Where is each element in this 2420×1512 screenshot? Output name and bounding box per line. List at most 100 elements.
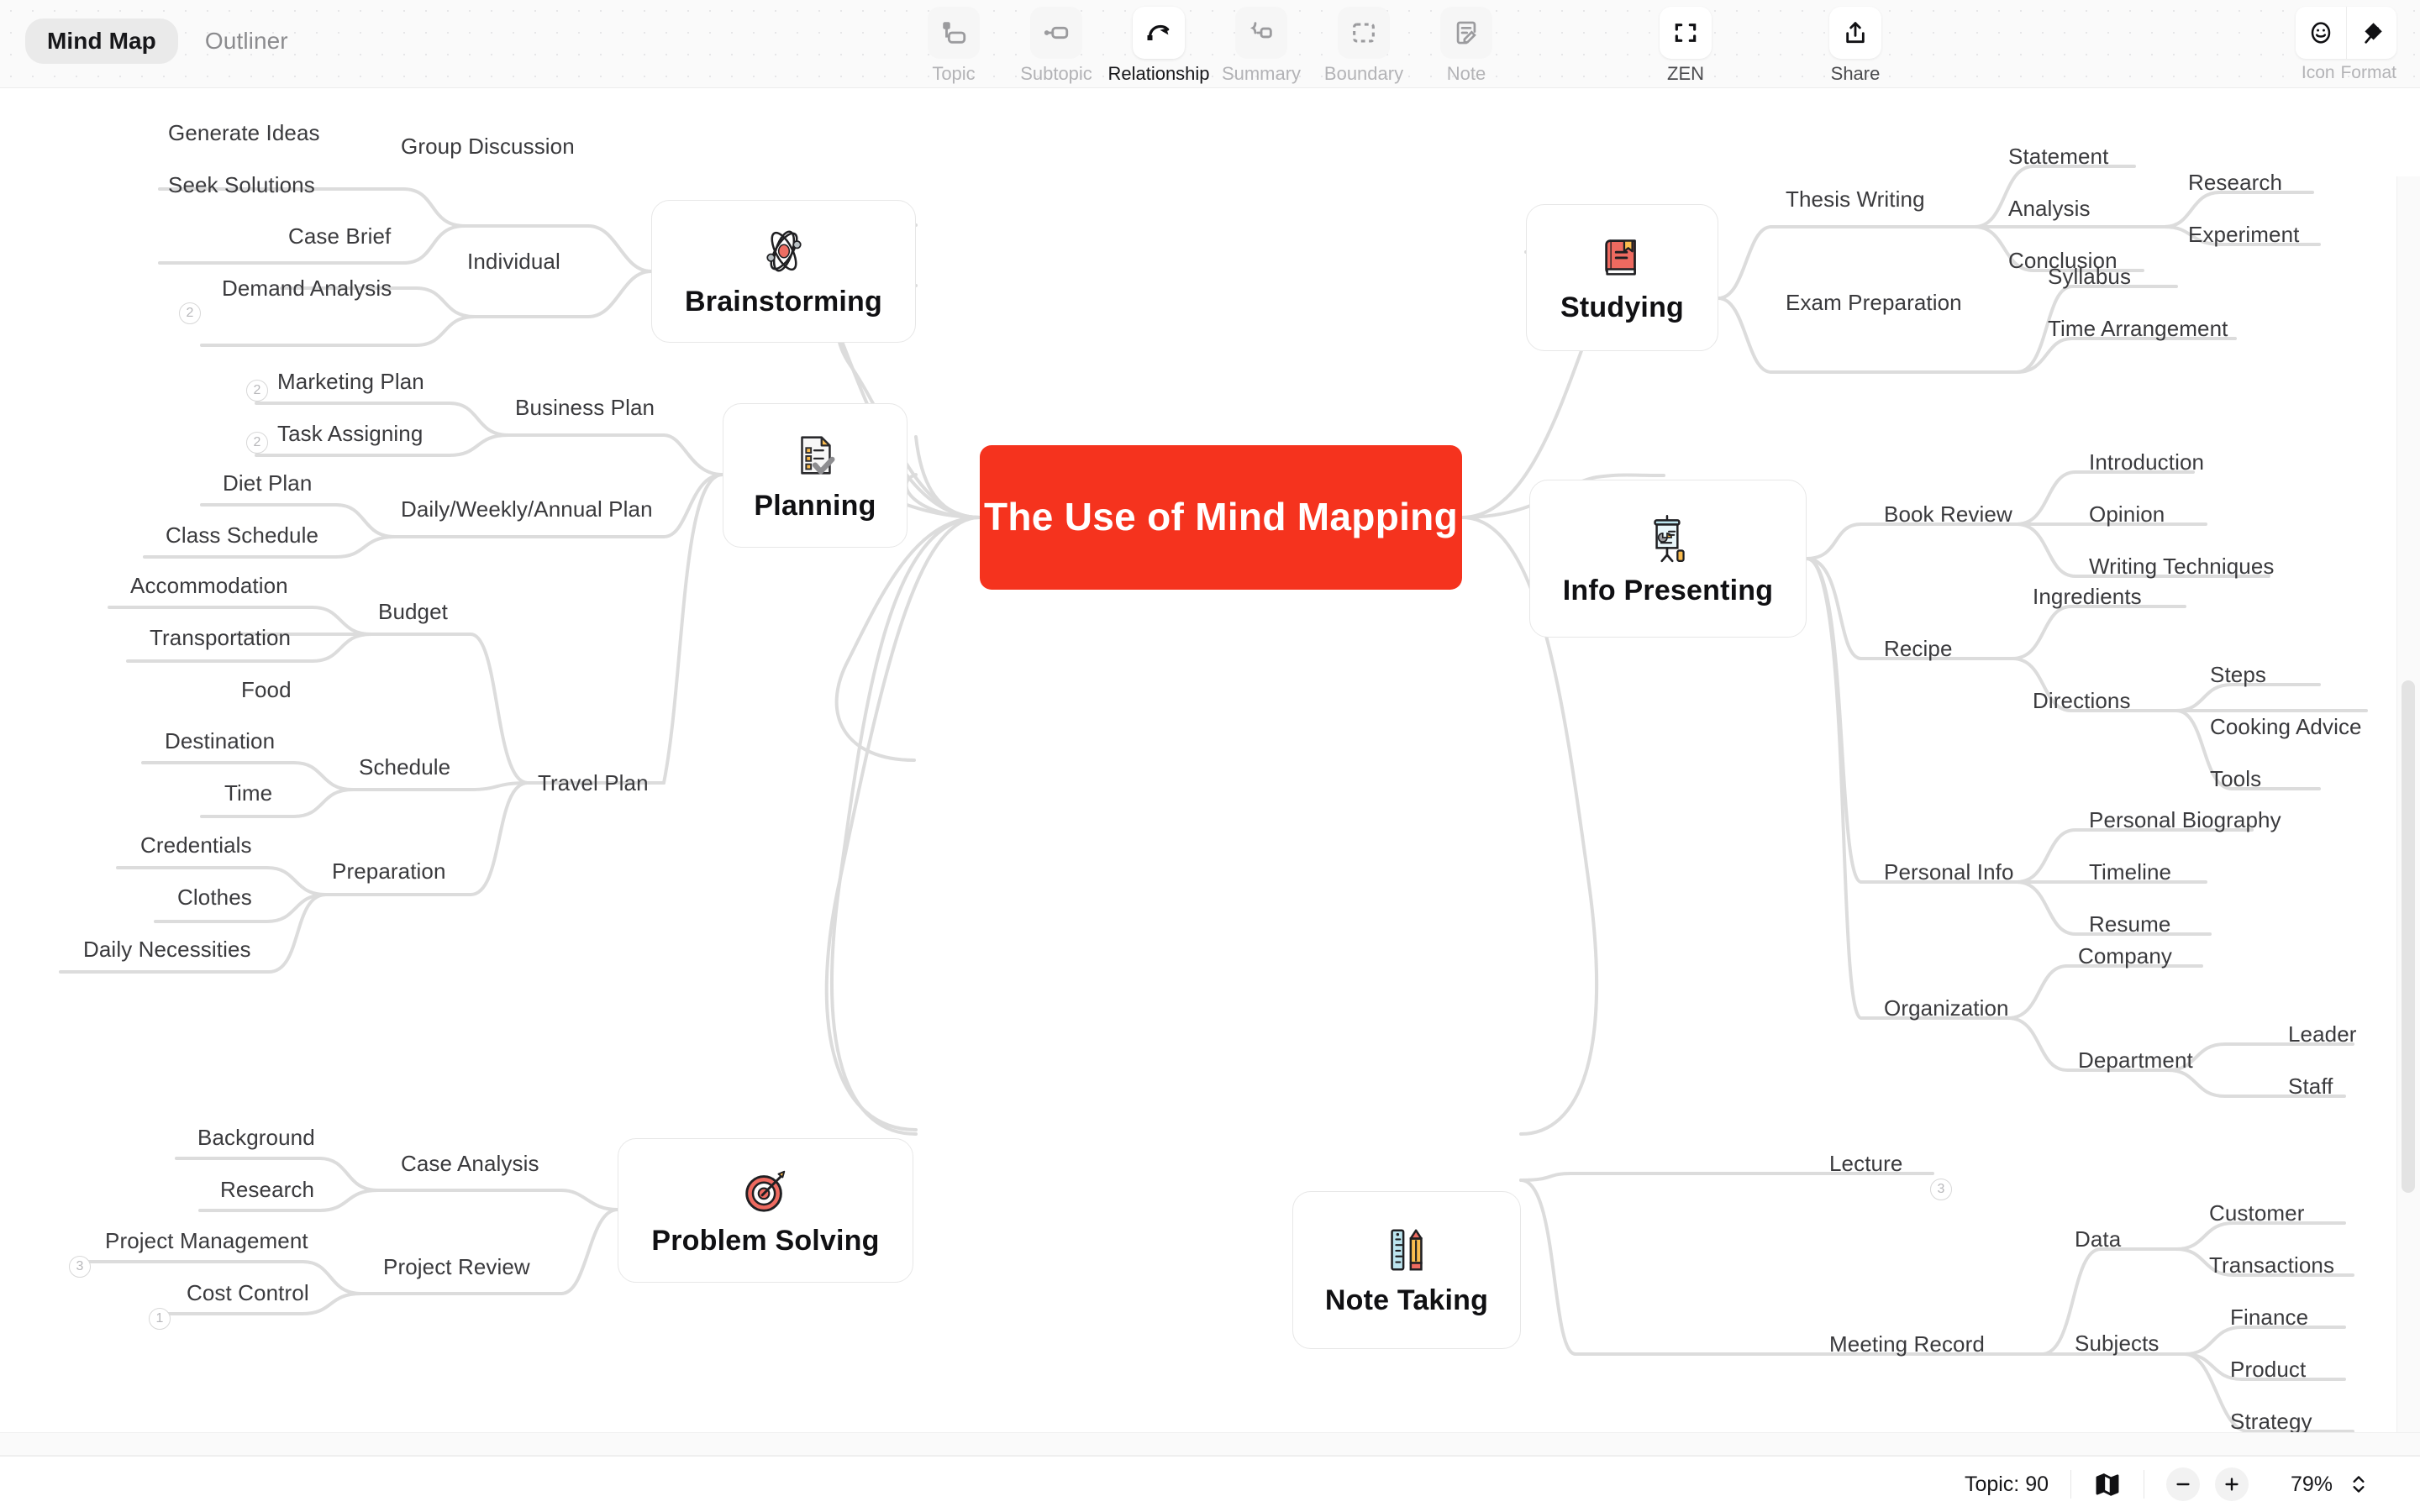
topic-node[interactable]: Demand Analysis (222, 277, 392, 299)
topic-node[interactable]: Time Arrangement (2048, 318, 2228, 339)
topic-node[interactable]: Business Plan (515, 396, 655, 418)
topic-node[interactable]: Department (2078, 1049, 2193, 1071)
icon-button[interactable] (2296, 7, 2346, 59)
topic-node[interactable]: Introduction (2089, 451, 2204, 473)
topic-node[interactable]: Staff (2288, 1075, 2333, 1097)
zen-button[interactable]: ZEN (1645, 7, 1726, 85)
topic-node[interactable]: Directions (2033, 690, 2131, 711)
topic-node[interactable]: Subjects (2075, 1332, 2160, 1354)
topic-node[interactable]: Data (2075, 1228, 2121, 1250)
topic-node[interactable]: Book Review (1884, 503, 2012, 525)
topic-node[interactable]: Lecture (1829, 1152, 1902, 1174)
topic-node[interactable]: Writing Techniques (2089, 555, 2275, 577)
zoom-in-button[interactable] (2215, 1467, 2249, 1501)
topic-node[interactable]: Food (241, 679, 292, 701)
topic-node[interactable]: Case Analysis (401, 1152, 539, 1174)
format-button[interactable] (2346, 7, 2396, 59)
topic-node[interactable]: Clothes (177, 886, 252, 908)
topic-node[interactable]: Individual (467, 250, 560, 272)
relationship-icon-chip (1133, 7, 1185, 59)
subtopic-button[interactable]: Subtopic (1016, 7, 1097, 85)
topic-node[interactable]: Thesis Writing (1786, 188, 1925, 210)
tab-mind-map[interactable]: Mind Map (25, 18, 178, 64)
branch-card-planning[interactable]: Planning (723, 403, 908, 548)
vertical-scrollbar-track[interactable] (2396, 176, 2420, 1432)
topic-node[interactable]: Destination (165, 730, 275, 752)
topic-node[interactable]: Daily Necessities (83, 938, 251, 960)
root-topic[interactable]: The Use of Mind Mapping (980, 445, 1462, 590)
topic-node[interactable]: Schedule (359, 756, 450, 778)
topic-node[interactable]: Background (197, 1126, 315, 1148)
topic-node[interactable]: Diet Plan (223, 472, 312, 494)
mindmap-canvas[interactable]: The Use of Mind Mapping Brainstorming Pl… (0, 88, 2420, 1432)
topic-node[interactable]: Transactions (2209, 1254, 2334, 1276)
topic-node[interactable]: Finance (2230, 1306, 2308, 1328)
topic-node[interactable]: Class Schedule (166, 524, 318, 546)
branch-card-note-taking[interactable]: Note Taking (1292, 1191, 1521, 1349)
topic-node[interactable]: Research (220, 1179, 314, 1200)
tab-outliner[interactable]: Outliner (183, 18, 310, 64)
collapse-badge[interactable]: 3 (69, 1256, 91, 1278)
topic-node[interactable]: Group Discussion (401, 135, 575, 157)
branch-card-problem-solving[interactable]: Problem Solving (618, 1138, 913, 1283)
summary-button[interactable]: Summary (1221, 7, 1302, 85)
topic-node[interactable]: Seek Solutions (168, 174, 315, 196)
topic-node[interactable]: Cooking Advice (2210, 716, 2362, 738)
collapse-badge[interactable]: 1 (149, 1308, 171, 1330)
topic-node[interactable]: Tools (2210, 768, 2261, 790)
topic-node[interactable]: Daily/Weekly/Annual Plan (401, 498, 653, 520)
topic-node[interactable]: Statement (2008, 145, 2108, 167)
topic-node[interactable]: Company (2078, 945, 2172, 967)
topic-node[interactable]: Personal Biography (2089, 809, 2281, 831)
branch-card-brainstorming[interactable]: Brainstorming (651, 200, 916, 343)
topic-node[interactable]: Transportation (150, 627, 291, 648)
topic-node[interactable]: Project Review (383, 1256, 530, 1278)
topic-node[interactable]: Meeting Record (1829, 1333, 1985, 1355)
topic-node[interactable]: Syllabus (2048, 265, 2131, 287)
topic-node[interactable]: Experiment (2188, 223, 2300, 245)
topic-node[interactable]: Case Brief (288, 225, 391, 247)
collapse-badge[interactable]: 2 (246, 432, 268, 454)
topic-node[interactable]: Organization (1884, 997, 2009, 1019)
topic-node[interactable]: Exam Preparation (1786, 291, 1962, 313)
branch-card-info-presenting[interactable]: Info Presenting (1529, 480, 1807, 638)
topic-node[interactable]: Task Assigning (277, 423, 423, 444)
collapse-badge[interactable]: 2 (246, 380, 268, 402)
topic-node[interactable]: Recipe (1884, 638, 1953, 659)
branch-card-studying[interactable]: Studying (1526, 204, 1718, 351)
topic-node[interactable]: Marketing Plan (277, 370, 424, 392)
topic-node[interactable]: Project Management (105, 1230, 308, 1252)
topic-node[interactable]: Cost Control (187, 1282, 309, 1304)
topic-node[interactable]: Opinion (2089, 503, 2165, 525)
topic-node[interactable]: Personal Info (1884, 861, 2014, 883)
topic-node[interactable]: Time (224, 782, 272, 804)
topic-node[interactable]: Travel Plan (538, 772, 649, 794)
topic-node[interactable]: Product (2230, 1358, 2306, 1380)
topic-node[interactable]: Ingredients (2033, 585, 2142, 607)
horizontal-scrollbar-track[interactable] (0, 1432, 2420, 1456)
topic-node[interactable]: Steps (2210, 664, 2266, 685)
relationship-button[interactable]: Relationship (1107, 7, 1210, 85)
topic-button[interactable]: Topic (913, 7, 994, 85)
collapse-badge[interactable]: 2 (179, 302, 201, 324)
topic-node[interactable]: Credentials (140, 834, 252, 856)
topic-node[interactable]: Research (2188, 171, 2282, 193)
topic-node[interactable]: Budget (378, 601, 448, 622)
vertical-scrollbar-thumb[interactable] (2402, 680, 2415, 1193)
share-button[interactable]: Share (1815, 7, 1896, 85)
collapse-badge[interactable]: 3 (1930, 1179, 1952, 1200)
zoom-out-button[interactable] (2166, 1467, 2200, 1501)
topic-node[interactable]: Resume (2089, 913, 2170, 935)
topic-node[interactable]: Analysis (2008, 197, 2091, 219)
topic-node[interactable]: Timeline (2089, 861, 2171, 883)
topic-node[interactable]: Leader (2288, 1023, 2357, 1045)
topic-node[interactable]: Customer (2209, 1202, 2305, 1224)
boundary-button[interactable]: Boundary (1323, 7, 1404, 85)
topic-node[interactable]: Accommodation (130, 575, 288, 596)
map-view-button[interactable] (2071, 1466, 2144, 1503)
topic-node[interactable]: Generate Ideas (168, 122, 320, 144)
topic-node[interactable]: Preparation (332, 860, 446, 882)
topic-node[interactable]: Strategy (2230, 1410, 2312, 1432)
note-button[interactable]: Note (1426, 7, 1507, 85)
zoom-stepper-button[interactable] (2348, 1472, 2370, 1497)
